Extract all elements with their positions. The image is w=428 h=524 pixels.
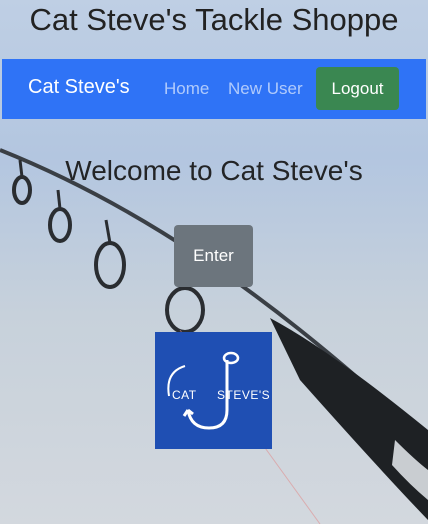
nav-link-new-user[interactable]: New User — [228, 79, 303, 99]
cat-steves-logo: CAT STEVE'S — [155, 332, 272, 449]
logo-text-cat: CAT — [172, 388, 197, 402]
navbar: Cat Steve's Home New User Logout — [2, 59, 426, 119]
enter-button[interactable]: Enter — [174, 225, 253, 287]
page-title: Cat Steve's Tackle Shoppe — [29, 2, 399, 37]
welcome-heading: Welcome to Cat Steve's — [65, 155, 363, 186]
logo-text-steves: STEVE'S — [217, 388, 271, 402]
logout-button[interactable]: Logout — [316, 67, 399, 110]
nav-link-home[interactable]: Home — [164, 79, 209, 99]
navbar-brand[interactable]: Cat Steve's — [28, 76, 130, 99]
